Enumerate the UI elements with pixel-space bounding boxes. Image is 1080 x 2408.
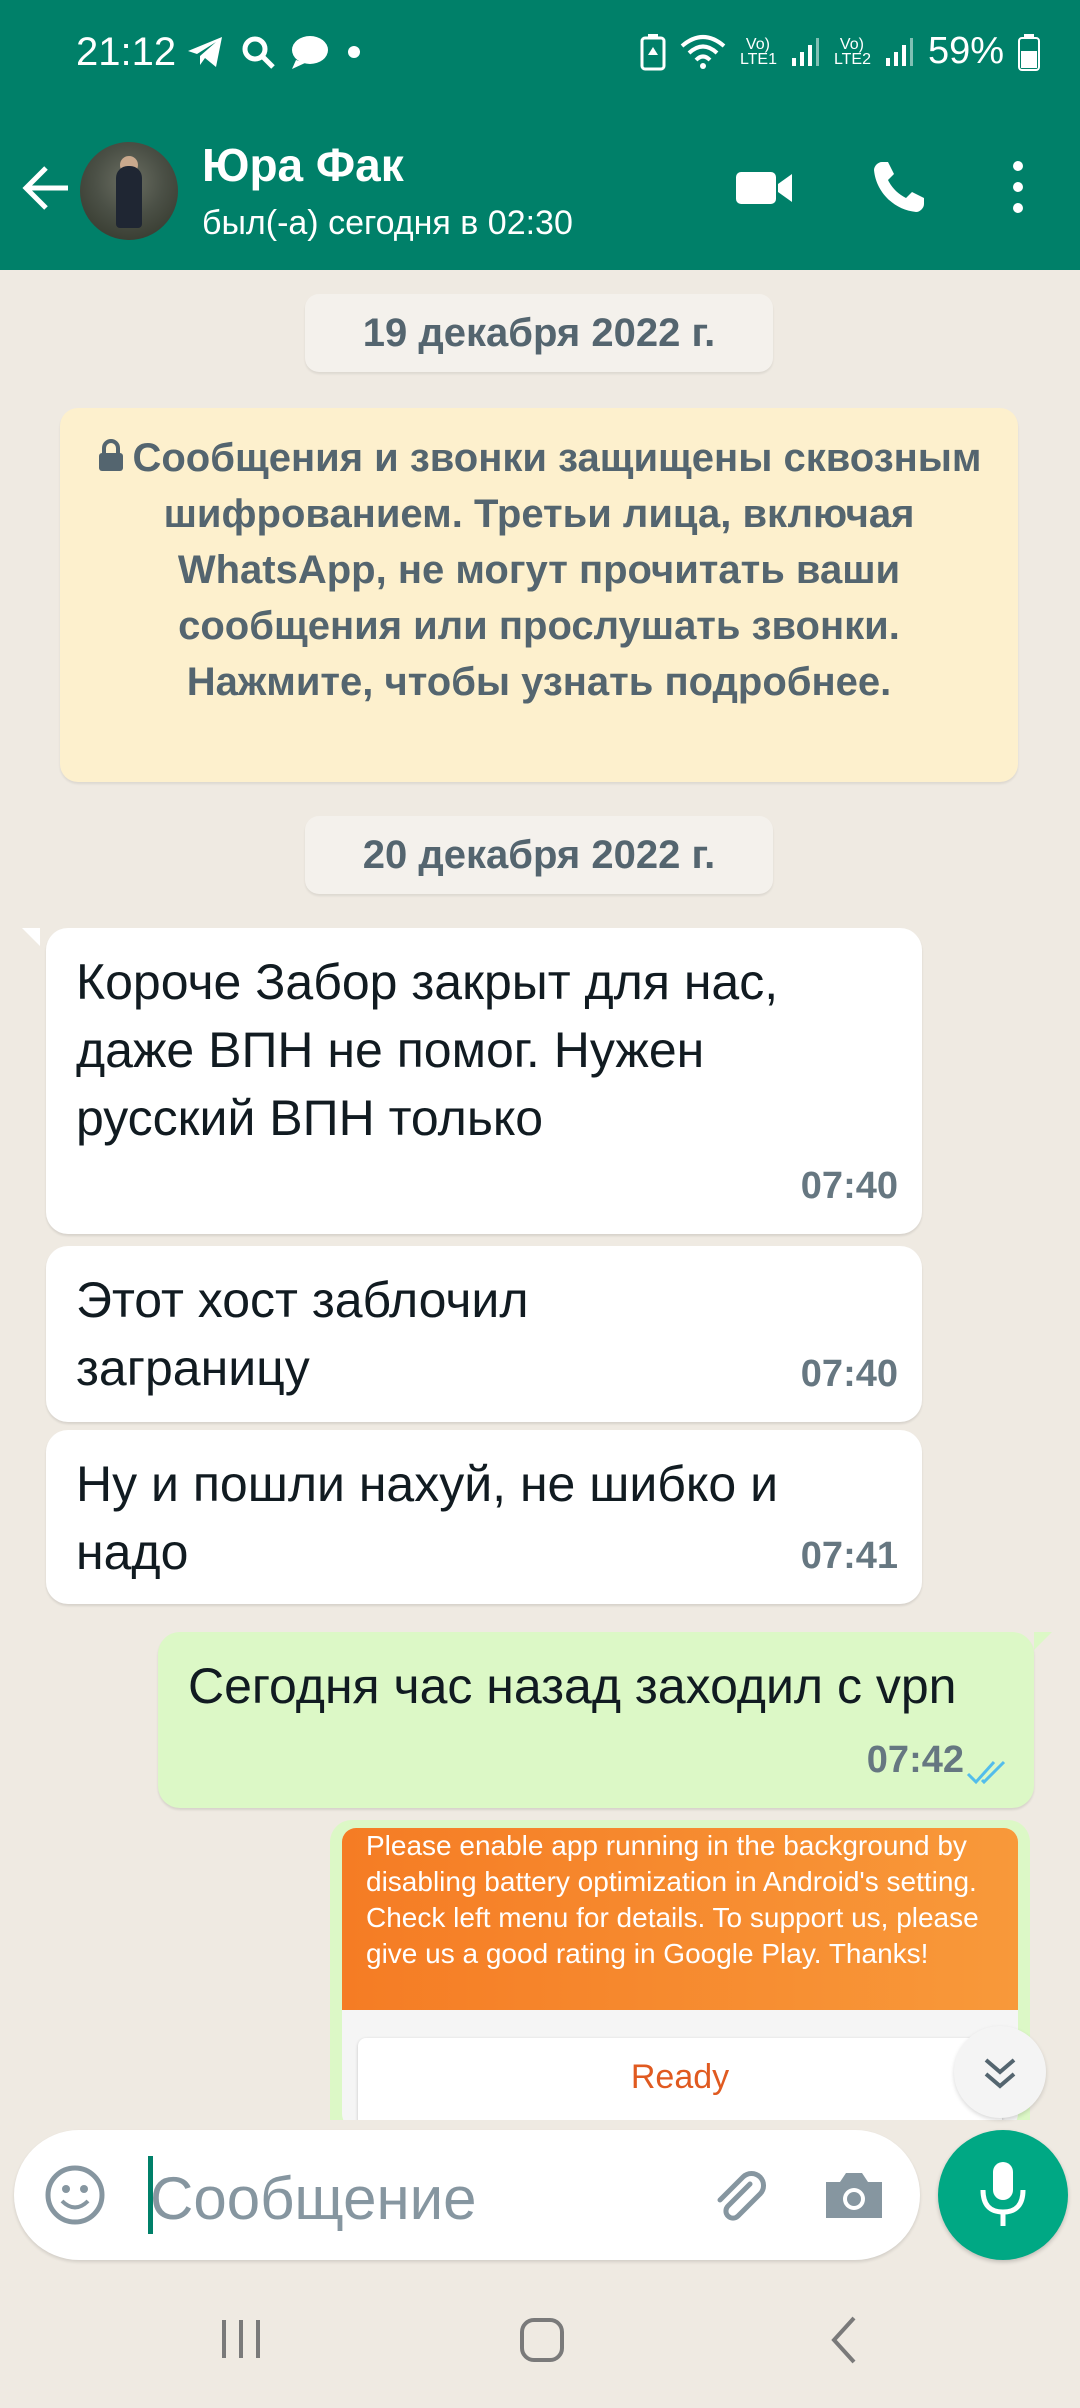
double-chevron-down-icon	[984, 2058, 1016, 2089]
lock-icon	[99, 439, 124, 471]
bubble-tail	[1034, 1632, 1052, 1650]
scroll-to-bottom-button[interactable]	[954, 2026, 1046, 2118]
back-arrow-icon[interactable]	[20, 158, 72, 218]
message-composer[interactable]: Сообщение	[14, 2130, 920, 2260]
image-thumbnail[interactable]: Please enable app running in the backgro…	[342, 1828, 1018, 2120]
message-incoming[interactable]: Этот хост заблочил заграницу 07:40	[46, 1246, 922, 1422]
message-incoming[interactable]: Короче Забор закрыт для нас, даже ВПН не…	[46, 928, 922, 1234]
message-outgoing[interactable]: Сегодня час назад заходил с vpn 07:42	[158, 1632, 1034, 1808]
status-bar: 21:12 Vo) LTE1 Vo) LTE2 59%	[0, 0, 1080, 108]
back-nav-icon[interactable]	[826, 2314, 862, 2366]
microphone-icon	[980, 2162, 1026, 2226]
notification-icons	[186, 34, 364, 70]
message-time: 07:40	[800, 1165, 898, 1207]
video-call-icon[interactable]	[734, 156, 796, 218]
app-notice-text: Please enable app running in the backgro…	[366, 1830, 979, 1969]
dot-icon	[348, 46, 360, 58]
telegram-icon	[188, 37, 222, 67]
date-separator: 20 декабря 2022 г.	[305, 816, 773, 894]
image-message[interactable]: Please enable app running in the backgro…	[330, 1820, 1030, 2120]
vpn-status-card: Ready	[358, 2038, 1002, 2120]
status-time: 21:12	[76, 30, 177, 74]
message-input[interactable]: Сообщение	[150, 2164, 477, 2233]
signal-1-icon	[791, 37, 819, 66]
message-incoming[interactable]: Ну и пошли нахуй, не шибко и надо 07:41	[46, 1430, 922, 1604]
message-time: 07:42	[866, 1739, 964, 1781]
app-notice-banner: Please enable app running in the backgro…	[342, 1828, 1018, 2010]
sim1-label: Vo) LTE1	[739, 35, 777, 68]
message-text: Ну и пошли нахуй, не шибко и надо	[76, 1456, 779, 1580]
last-seen-status[interactable]: был(-а) сегодня в 02:30	[202, 204, 573, 243]
voice-message-button[interactable]	[938, 2130, 1068, 2260]
battery-percent: 59%	[927, 30, 1004, 72]
attach-icon[interactable]	[706, 2164, 770, 2228]
message-text: Сегодня час назад заходил с vpn	[188, 1658, 957, 1714]
encryption-notice-text: Сообщения и звонки защищены сквозным шиф…	[132, 436, 982, 704]
search-icon	[242, 36, 275, 69]
date-separator: 19 декабря 2022 г.	[305, 294, 773, 372]
home-icon[interactable]	[518, 2316, 566, 2364]
battery-saver-icon	[640, 33, 666, 70]
bubble-tail	[22, 928, 40, 946]
chat-header: Юра Фак был(-а) сегодня в 02:30	[0, 108, 1080, 270]
wifi-icon	[680, 34, 726, 69]
vpn-status-text: Ready	[630, 2058, 730, 2096]
voice-call-icon[interactable]	[870, 156, 928, 218]
emoji-icon[interactable]	[44, 2164, 106, 2226]
camera-icon[interactable]	[822, 2166, 886, 2224]
message-text: Этот хост заблочил заграницу	[76, 1272, 529, 1396]
sim2-label: Vo) LTE2	[833, 35, 871, 68]
more-options-icon[interactable]	[1006, 156, 1030, 218]
message-time: 07:40	[800, 1353, 898, 1395]
system-navigation-bar	[0, 2268, 1080, 2408]
message-text: Короче Забор закрыт для нас, даже ВПН не…	[76, 954, 779, 1146]
contact-name[interactable]: Юра Фак	[202, 138, 404, 192]
signal-2-icon	[885, 37, 913, 66]
battery-icon	[1018, 33, 1040, 71]
recent-apps-icon[interactable]	[218, 2316, 264, 2362]
message-time: 07:41	[800, 1535, 898, 1577]
avatar[interactable]	[80, 142, 178, 240]
chat-bubble-icon	[292, 36, 328, 69]
read-receipt-icon	[966, 1760, 1006, 1785]
encryption-notice[interactable]: Сообщения и звонки защищены сквозным шиф…	[60, 408, 1018, 782]
status-right: Vo) LTE1 Vo) LTE2 59%	[640, 30, 1040, 73]
